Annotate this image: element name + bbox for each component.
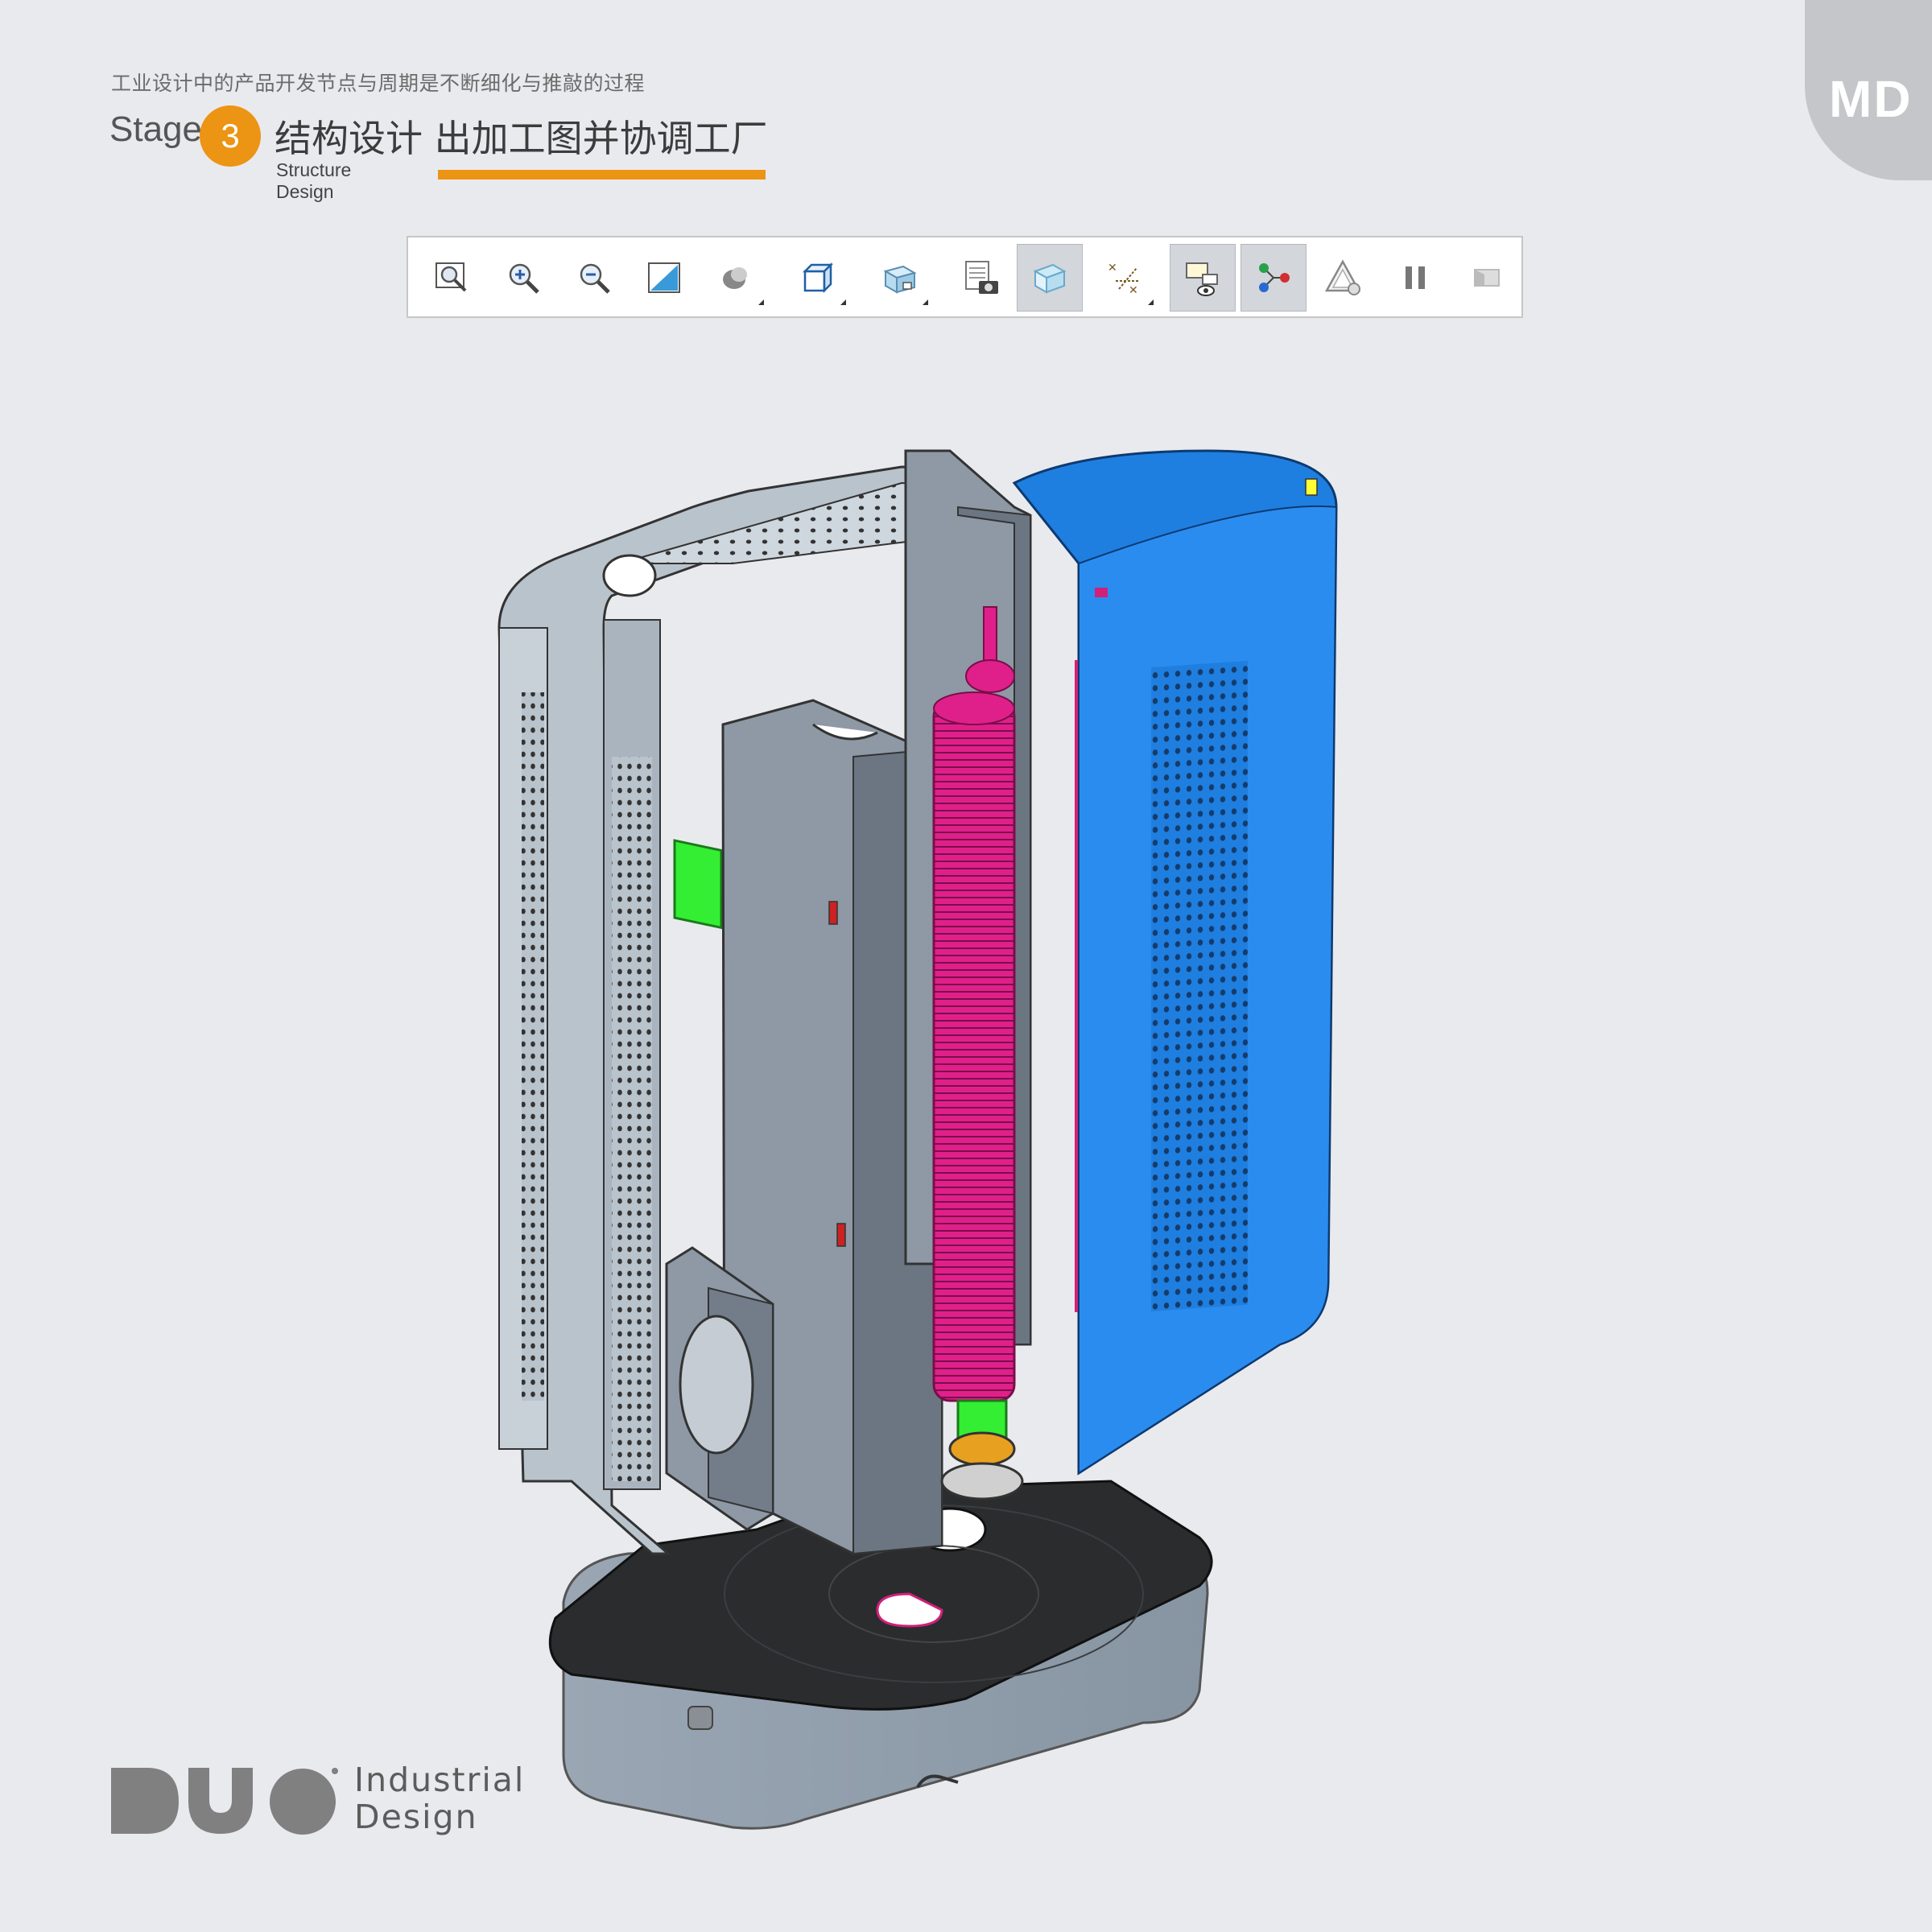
green-board[interactable] — [673, 839, 723, 930]
dropdown-indicator — [758, 299, 764, 305]
stage-number-badge: 3 — [200, 105, 261, 167]
annotation-button[interactable] — [1311, 244, 1377, 312]
logo-line-1: Industrial — [354, 1761, 526, 1799]
exploded-3d-model[interactable] — [451, 435, 1417, 1835]
annotation-icon — [1324, 259, 1361, 295]
step-icon — [1474, 269, 1500, 287]
zoom-out-button[interactable] — [561, 244, 627, 312]
pause-button[interactable] — [1382, 244, 1448, 312]
visibility-icon — [1186, 262, 1218, 296]
duo-logo-mark — [111, 1768, 338, 1835]
logo-line-2: Design — [354, 1798, 478, 1836]
dropdown-indicator — [923, 299, 928, 305]
transparency-button[interactable] — [1017, 244, 1083, 312]
title-underline — [438, 170, 766, 180]
zoom-window-button[interactable] — [632, 244, 698, 312]
zoom-out-icon — [580, 263, 610, 294]
view-orientation-button[interactable] — [785, 244, 851, 312]
shaded-display-button[interactable] — [703, 244, 769, 312]
visibility-button[interactable] — [1170, 244, 1236, 312]
screenshot-icon — [965, 261, 998, 294]
saved-views-icon — [883, 265, 917, 294]
datum-display-button[interactable]: ✕ ✕ — [1092, 244, 1158, 312]
svg-text:✕: ✕ — [1129, 284, 1138, 297]
explode-icon — [1259, 263, 1290, 292]
saved-views-button[interactable] — [867, 244, 933, 312]
transparency-icon — [1033, 263, 1067, 294]
stage-subtitle: Structure Design — [276, 159, 352, 202]
zoom-in-button[interactable] — [490, 244, 556, 312]
stage-word: Stage — [109, 109, 202, 149]
view-cube-icon — [802, 262, 834, 294]
explode-button[interactable] — [1241, 244, 1307, 312]
pause-icon — [1406, 266, 1425, 289]
zoom-fit-button[interactable] — [419, 244, 485, 312]
blue-housing[interactable] — [1012, 449, 1338, 1476]
dropdown-indicator — [1148, 299, 1154, 305]
zoom-window-icon — [648, 262, 680, 293]
datum-display-icon: ✕✕ — [1108, 262, 1138, 297]
svg-text:✕: ✕ — [1108, 262, 1117, 275]
stage-title: 结构设计 出加工图并协调工厂 — [275, 117, 768, 160]
central-bracket[interactable] — [665, 699, 943, 1555]
dropdown-indicator — [840, 299, 846, 305]
zoom-in-icon — [509, 263, 539, 294]
step-button[interactable] — [1453, 244, 1519, 312]
heater-coil[interactable] — [932, 606, 1024, 1501]
corner-badge-text: MD — [1829, 70, 1913, 128]
tagline: 工业设计中的产品开发节点与周期是不断细化与推敲的过程 — [111, 72, 646, 95]
viewer-toolbar: ✕ ✕ — [407, 236, 1523, 318]
screenshot-button[interactable] — [949, 244, 1015, 312]
logo-wordmark: Industrial Design — [354, 1761, 525, 1835]
shaded-display-icon — [723, 267, 747, 289]
zoom-fit-icon — [436, 262, 467, 292]
